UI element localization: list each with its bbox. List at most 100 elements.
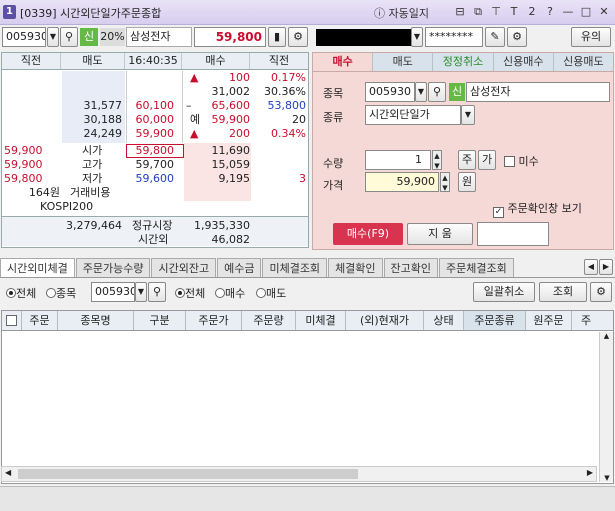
tab-buy[interactable]: 매수 (313, 53, 374, 71)
kospi-row: KOSPI200 (40, 200, 94, 213)
price-unit-button[interactable]: 원 (458, 172, 476, 192)
font-icon[interactable]: T (507, 4, 521, 19)
order-code-dropdown-icon[interactable]: ▼ (415, 82, 427, 102)
order-list: 주문 종목명 구분 주문가 주문량 미체결 (외)현재가 상태 주문종류 원주문… (1, 310, 614, 484)
edit-icon[interactable]: ✎ (485, 27, 505, 47)
query-button[interactable]: 조회 (539, 282, 587, 302)
col-more: 주 (580, 314, 592, 327)
side-sell-radio[interactable]: 매도 (256, 285, 286, 301)
qty-input[interactable]: 1 (365, 150, 431, 170)
order-stock-name: 삼성전자 (466, 82, 610, 102)
screen-number-icon[interactable]: 2 (525, 4, 539, 19)
title-bar: 1 [0339] 시간외단일가주문종합 ⓘ 자동일지 ⊟ ⧉ ⊤ T 2 ? —… (0, 0, 615, 25)
col-order-qty: 주문량 (242, 311, 296, 330)
account-input-masked[interactable] (316, 29, 412, 46)
maximize-icon[interactable]: □ (579, 4, 593, 19)
current-price: 59,800 (194, 27, 266, 47)
order-credit-badge: 신 (449, 83, 465, 101)
order-code-input[interactable]: 005930 (365, 82, 415, 102)
order-type-select[interactable]: 시간외단일가 (365, 105, 461, 125)
info-icon: ⓘ (374, 7, 385, 20)
password-input[interactable]: ******** (425, 27, 483, 47)
select-all-checkbox[interactable] (2, 311, 22, 330)
list-gear-icon[interactable]: ⚙ (590, 282, 612, 302)
order-type-dropdown-icon[interactable]: ▼ (461, 105, 475, 125)
misu-checkbox[interactable]: 미수 (504, 153, 539, 169)
tab-scroll-right-icon[interactable]: ▶ (599, 259, 613, 275)
qty-unit-price-button[interactable]: 가 (478, 150, 496, 170)
copy-window-icon[interactable]: ⧉ (471, 4, 485, 19)
filter-item-radio[interactable]: 종목 (46, 285, 76, 301)
buy-button[interactable]: 매수(F9) (333, 223, 403, 245)
settings-gear-icon[interactable]: ⚙ (507, 27, 527, 47)
col-original-order: 원주문 (526, 311, 572, 330)
col-unfilled: 미체결 (296, 311, 346, 330)
side-all-radio[interactable]: 전체 (175, 285, 205, 301)
help-icon[interactable]: ? (543, 4, 557, 19)
info-row: 59,900 시가 59,800 11,690 (4, 144, 250, 157)
vertical-scrollbar[interactable]: ▲ ▼ (599, 332, 613, 482)
header-bid: 매수 (182, 53, 250, 69)
stock-name: 삼성전자 (126, 27, 192, 47)
stock-code-input[interactable]: 005930 (2, 27, 46, 47)
tab-sell[interactable]: 매도 (373, 53, 434, 71)
col-order-price: 주문가 (186, 311, 242, 330)
scroll-thumb[interactable] (18, 469, 358, 479)
filter-code-dropdown-icon[interactable]: ▼ (135, 282, 147, 302)
ask-row: 24,249 59,900 ▲ 200 0.34% (83, 127, 307, 140)
tab-credit-sell[interactable]: 신용매도 (553, 53, 614, 71)
horizontal-scrollbar[interactable]: ◀ ▶ (1, 466, 597, 482)
window-number-badge: 1 (3, 5, 16, 19)
quote-board: 직전 매도 16:40:35 매수 직전 ▲ 100 0.17% 31,002 … (1, 52, 309, 248)
confirm-checkbox[interactable]: ✓ 주문확인창 보기 (493, 200, 582, 218)
filter-all-radio[interactable]: 전체 (6, 285, 36, 301)
close-icon[interactable]: ✕ (597, 4, 611, 19)
tab-scroll-left-icon[interactable]: ◀ (584, 259, 598, 275)
clear-button[interactable]: 지 움 (407, 223, 473, 245)
tab-deposit[interactable]: 예수금 (217, 258, 262, 277)
minimize-icon[interactable]: — (561, 4, 575, 19)
ask-row: 31,002 30.36% (211, 85, 307, 98)
order-panel: 매수 매도 정정취소 신용매수 신용매도 종목 005930 ▼ ⚲ 신 삼성전… (312, 52, 614, 250)
chevron-down-icon[interactable]: ▼ (47, 27, 59, 47)
filter-code-input[interactable]: 005930 (91, 282, 135, 302)
info-row: 59,800 저가 59,600 9,195 3 (4, 172, 306, 185)
layout-icon[interactable]: ⊟ (453, 4, 467, 19)
tab-order-fill-query[interactable]: 주문체결조회 (439, 258, 514, 277)
search-icon[interactable]: ⚲ (60, 27, 78, 47)
price-input[interactable]: 59,900 (365, 172, 439, 192)
tab-balance-confirm[interactable]: 잔고확인 (383, 258, 439, 277)
qty-unit-share-button[interactable]: 주 (458, 150, 476, 170)
tab-afterhours-balance[interactable]: 시간외잔고 (151, 258, 217, 277)
ask-row: 30,188 60,000 예 59,900 20 (83, 113, 307, 126)
window-controls: ⊟ ⧉ ⊤ T 2 ? — □ ✕ (453, 4, 611, 19)
order-search-icon[interactable]: ⚲ (428, 82, 446, 102)
summary-area: 3,279,464 정규시장 1,935,330 시간외 46,082 (2, 216, 308, 246)
filter-search-icon[interactable]: ⚲ (148, 282, 166, 302)
info-row: 59,900 고가 59,700 15,059 (4, 158, 250, 171)
price-stepper[interactable]: ▲ ▼ (440, 172, 450, 192)
tab-unfilled-query[interactable]: 미체결조회 (262, 258, 328, 277)
header-prev-right: 직전 (268, 54, 290, 67)
fee-row: 164원 거래비용 (28, 186, 111, 199)
tab-fill-confirm[interactable]: 체결확인 (328, 258, 383, 277)
autosave-button[interactable]: ⓘ 자동일지 (374, 5, 429, 21)
cancel-all-button[interactable]: 일괄취소 (473, 282, 535, 302)
pin-icon[interactable]: ⊤ (489, 4, 503, 19)
col-order-kind: 주문종류 (464, 311, 526, 330)
margin-rate: 20% (100, 28, 125, 46)
tab-modify-cancel[interactable]: 정정취소 (433, 53, 494, 71)
col-stock-name: 종목명 (58, 311, 134, 330)
chart-icon[interactable]: ▮ (268, 27, 286, 47)
side-buy-radio[interactable]: 매수 (215, 285, 245, 301)
status-bar (0, 486, 615, 511)
tab-afterhours-unfilled[interactable]: 시간외미체결 (0, 258, 75, 277)
account-dropdown-icon[interactable]: ▼ (411, 27, 423, 47)
message-box (477, 222, 549, 246)
gear-icon[interactable]: ⚙ (288, 27, 308, 47)
tab-credit-buy[interactable]: 신용매수 (493, 53, 554, 71)
qty-stepper[interactable]: ▲ ▼ (432, 150, 442, 170)
bottom-tab-bar: 시간외미체결 주문가능수량 시간외잔고 예수금 미체결조회 체결확인 잔고확인 … (0, 258, 615, 278)
notice-button[interactable]: 유의 (571, 27, 611, 47)
tab-orderable-qty[interactable]: 주문가능수량 (75, 258, 151, 277)
